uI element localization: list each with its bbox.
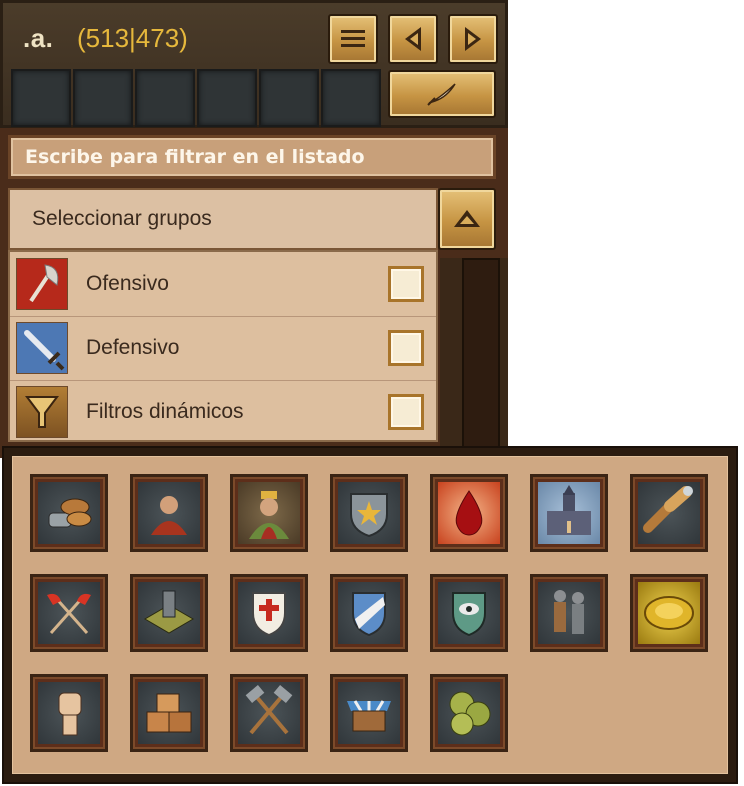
group-item-defensivo[interactable]: Defensivo (10, 316, 436, 381)
striped-shield-icon[interactable] (330, 574, 408, 652)
king-portrait-icon[interactable] (230, 474, 308, 552)
next-village-button[interactable] (448, 14, 498, 64)
village-name[interactable]: .a. (23, 23, 53, 54)
group-item-label: Defensivo (86, 336, 180, 359)
star-shield-icon[interactable] (330, 474, 408, 552)
group-select-toggle-button[interactable] (438, 188, 496, 250)
unit-slot[interactable] (11, 69, 71, 127)
knights-icon[interactable] (530, 574, 608, 652)
arrow-right-icon (465, 27, 481, 51)
village-coords[interactable]: (513|473) (77, 23, 188, 54)
menu-button[interactable] (328, 14, 378, 64)
unit-slot[interactable] (73, 69, 133, 127)
green-orbs-icon[interactable] (430, 674, 508, 752)
market-stall-icon[interactable] (330, 674, 408, 752)
crossed-axes-icon[interactable] (30, 574, 108, 652)
blood-drop-icon[interactable] (430, 474, 508, 552)
chevron-up-icon (454, 210, 480, 227)
group-item-label: Filtros dinámicos (86, 400, 244, 423)
quill-icon (427, 83, 456, 106)
unit-slot[interactable] (321, 69, 381, 127)
funnel-icon (16, 386, 68, 438)
crossed-hammers-icon[interactable] (230, 674, 308, 752)
watchtower-icon[interactable] (130, 574, 208, 652)
sword-icon (16, 322, 68, 374)
crates-icon[interactable] (130, 674, 208, 752)
barbarian-chief-icon[interactable] (130, 474, 208, 552)
cross-shield-icon[interactable] (230, 574, 308, 652)
edit-button[interactable] (388, 70, 496, 118)
unit-slot[interactable] (259, 69, 319, 127)
list-scrollbar[interactable] (462, 258, 500, 454)
gold-treasure-icon[interactable] (630, 574, 708, 652)
filter-input[interactable]: Escribe para filtrar en el listado (8, 135, 496, 179)
menu-icon (341, 30, 365, 47)
arrow-left-icon (405, 27, 421, 51)
group-checkbox[interactable] (388, 394, 424, 430)
group-dropdown-list: Ofensivo Defensivo Filtros dinámicos (8, 250, 438, 442)
group-select[interactable]: Seleccionar grupos (8, 188, 438, 250)
axe-icon (16, 258, 68, 310)
group-item-filtros-dinamicos[interactable]: Filtros dinámicos (10, 380, 436, 444)
resources-icon[interactable] (30, 474, 108, 552)
previous-village-button[interactable] (388, 14, 438, 64)
fist-icon[interactable] (30, 674, 108, 752)
group-item-label: Ofensivo (86, 272, 169, 295)
group-item-ofensivo[interactable]: Ofensivo (10, 252, 436, 317)
cathedral-icon[interactable] (530, 474, 608, 552)
unit-slot[interactable] (135, 69, 195, 127)
group-checkbox[interactable] (388, 266, 424, 302)
group-checkbox[interactable] (388, 330, 424, 366)
eye-shield-icon[interactable] (430, 574, 508, 652)
unit-slot[interactable] (197, 69, 257, 127)
spyglass-icon[interactable] (630, 474, 708, 552)
